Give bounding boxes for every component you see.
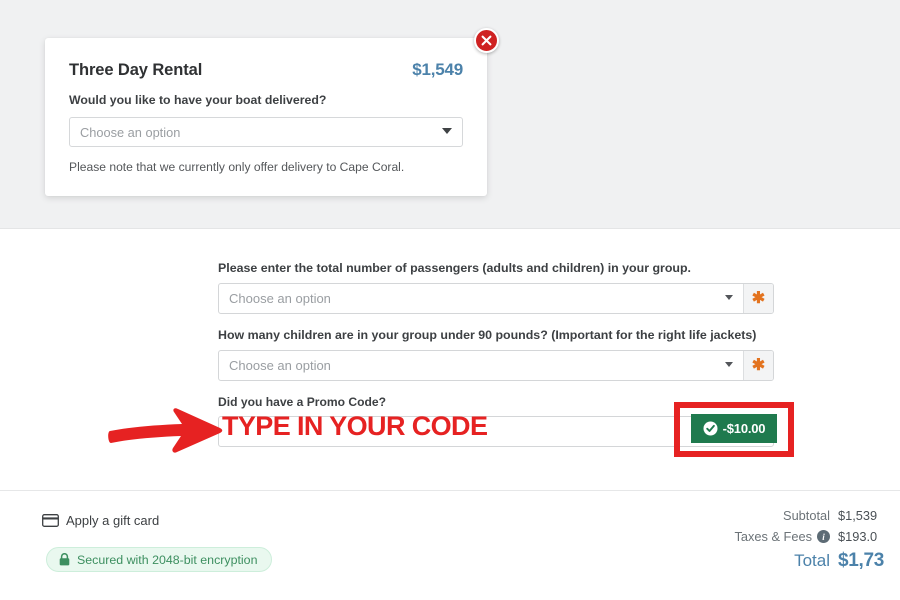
delivery-select[interactable]: Choose an option [69,117,463,147]
field-label: Please enter the total number of passeng… [218,261,691,275]
passenger-count-combo[interactable]: Choose an option ✱ [218,283,774,314]
children-count-combo[interactable]: Choose an option ✱ [218,350,774,381]
delivery-question-label: Would you like to have your boat deliver… [69,93,327,107]
select-placeholder: Choose an option [229,358,331,373]
promo-discount-badge[interactable]: -$10.00 [691,414,777,443]
chevron-down-icon [725,295,733,300]
subtotal-row: Subtotal $1,539 [600,508,900,523]
field-passenger-count: Please enter the total number of passeng… [218,261,774,314]
taxes-fees-value: $193.0 [838,529,878,544]
delivery-select-wrapper[interactable]: Choose an option [69,117,463,147]
subtotal-label: Subtotal [783,508,830,523]
select-placeholder: Choose an option [229,291,331,306]
checkout-page: Three Day Rental $1,549 Would you like t… [0,0,900,600]
rental-price: $1,549 [412,60,463,79]
field-children-count: How many children are in your group unde… [218,328,774,381]
arrow-right-icon [108,402,226,462]
security-label: Secured with 2048-bit encryption [77,552,258,567]
order-totals: Subtotal $1,539 Taxes & Fees i $193.0 To… [600,508,900,578]
card-header: Three Day Rental $1,549 [69,60,463,80]
section-divider [0,228,900,229]
total-label: Total [794,551,830,570]
close-icon[interactable] [474,28,499,53]
delivery-note: Please note that we currently only offer… [69,160,405,174]
field-label: How many children are in your group unde… [218,328,757,342]
total-value: $1,73 [838,550,885,571]
discount-amount: -$10.00 [722,421,766,436]
info-icon[interactable]: i [817,530,830,543]
rental-title: Three Day Rental [69,61,203,79]
chevron-down-icon [442,128,452,134]
required-asterisk-icon[interactable]: ✱ [743,351,773,380]
chevron-down-icon [725,362,733,367]
credit-card-icon [42,514,59,527]
annotation-type-code-text: TYPE IN YOUR CODE [222,411,488,441]
lock-icon [59,553,70,566]
check-circle-icon [703,421,718,436]
taxes-fees-row: Taxes & Fees i $193.0 [600,529,900,544]
security-badge: Secured with 2048-bit encryption [46,547,273,572]
taxes-fees-label-wrap: Taxes & Fees i [734,529,830,544]
required-asterisk-icon[interactable]: ✱ [743,284,773,313]
total-row: Total $1,73 [600,550,900,572]
children-count-select[interactable]: Choose an option [219,351,743,380]
subtotal-value: $1,539 [838,508,878,523]
footer-divider [0,490,900,491]
gift-card-label: Apply a gift card [66,513,160,528]
taxes-fees-label: Taxes & Fees [734,529,812,544]
rental-option-card: Three Day Rental $1,549 Would you like t… [45,28,499,196]
passenger-count-select[interactable]: Choose an option [219,284,743,313]
apply-gift-card-button[interactable]: Apply a gift card [42,513,159,528]
